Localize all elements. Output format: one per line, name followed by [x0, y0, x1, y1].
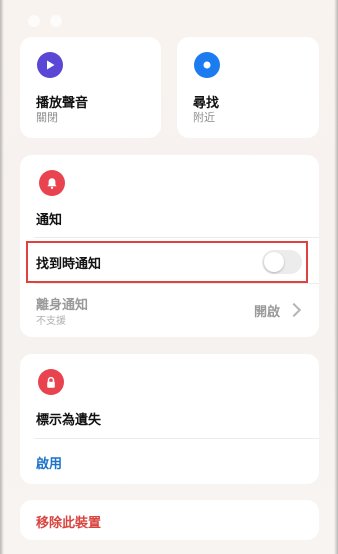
locate-icon	[194, 52, 220, 78]
device-detail-screen: 播放聲音 關閉 尋找 附近 通知 找到時通知 離身通知 不支援 開啟 標示為遺失…	[0, 0, 338, 554]
play-icon	[37, 52, 63, 78]
notify-when-left-behind-value: 開啟	[254, 305, 281, 320]
remove-device-link[interactable]: 移除此裝置	[36, 512, 101, 531]
lock-icon	[38, 369, 64, 395]
enable-lost-mode-link[interactable]: 啟用	[36, 453, 62, 472]
find-card[interactable]: 尋找 附近	[177, 37, 319, 138]
divider	[34, 237, 319, 238]
notify-when-left-behind-label: 離身通知	[36, 298, 89, 313]
find-status: 附近	[193, 111, 215, 124]
chevron-right-icon	[286, 302, 302, 318]
divider	[34, 438, 319, 439]
play-sound-status: 關閉	[36, 111, 58, 124]
top-faded-dots	[28, 12, 72, 31]
remove-device-card[interactable]: 移除此裝置	[20, 500, 319, 540]
lost-mode-card: 標示為遺失 啟用	[20, 354, 319, 484]
lost-mode-title: 標示為遺失	[36, 413, 102, 428]
faded-dot	[50, 15, 62, 27]
notify-when-left-behind-row[interactable]: 離身通知 不支援 開啟	[20, 284, 319, 336]
left-edge-shadow	[0, 0, 4, 554]
right-edge-shadow	[334, 0, 338, 554]
play-sound-card[interactable]: 播放聲音 關閉	[20, 37, 161, 138]
bell-icon	[39, 170, 65, 196]
highlight-annotation	[26, 241, 308, 283]
notify-when-left-behind-sub: 不支援	[36, 316, 66, 327]
faded-dot	[28, 15, 40, 27]
notifications-title: 通知	[36, 213, 63, 228]
